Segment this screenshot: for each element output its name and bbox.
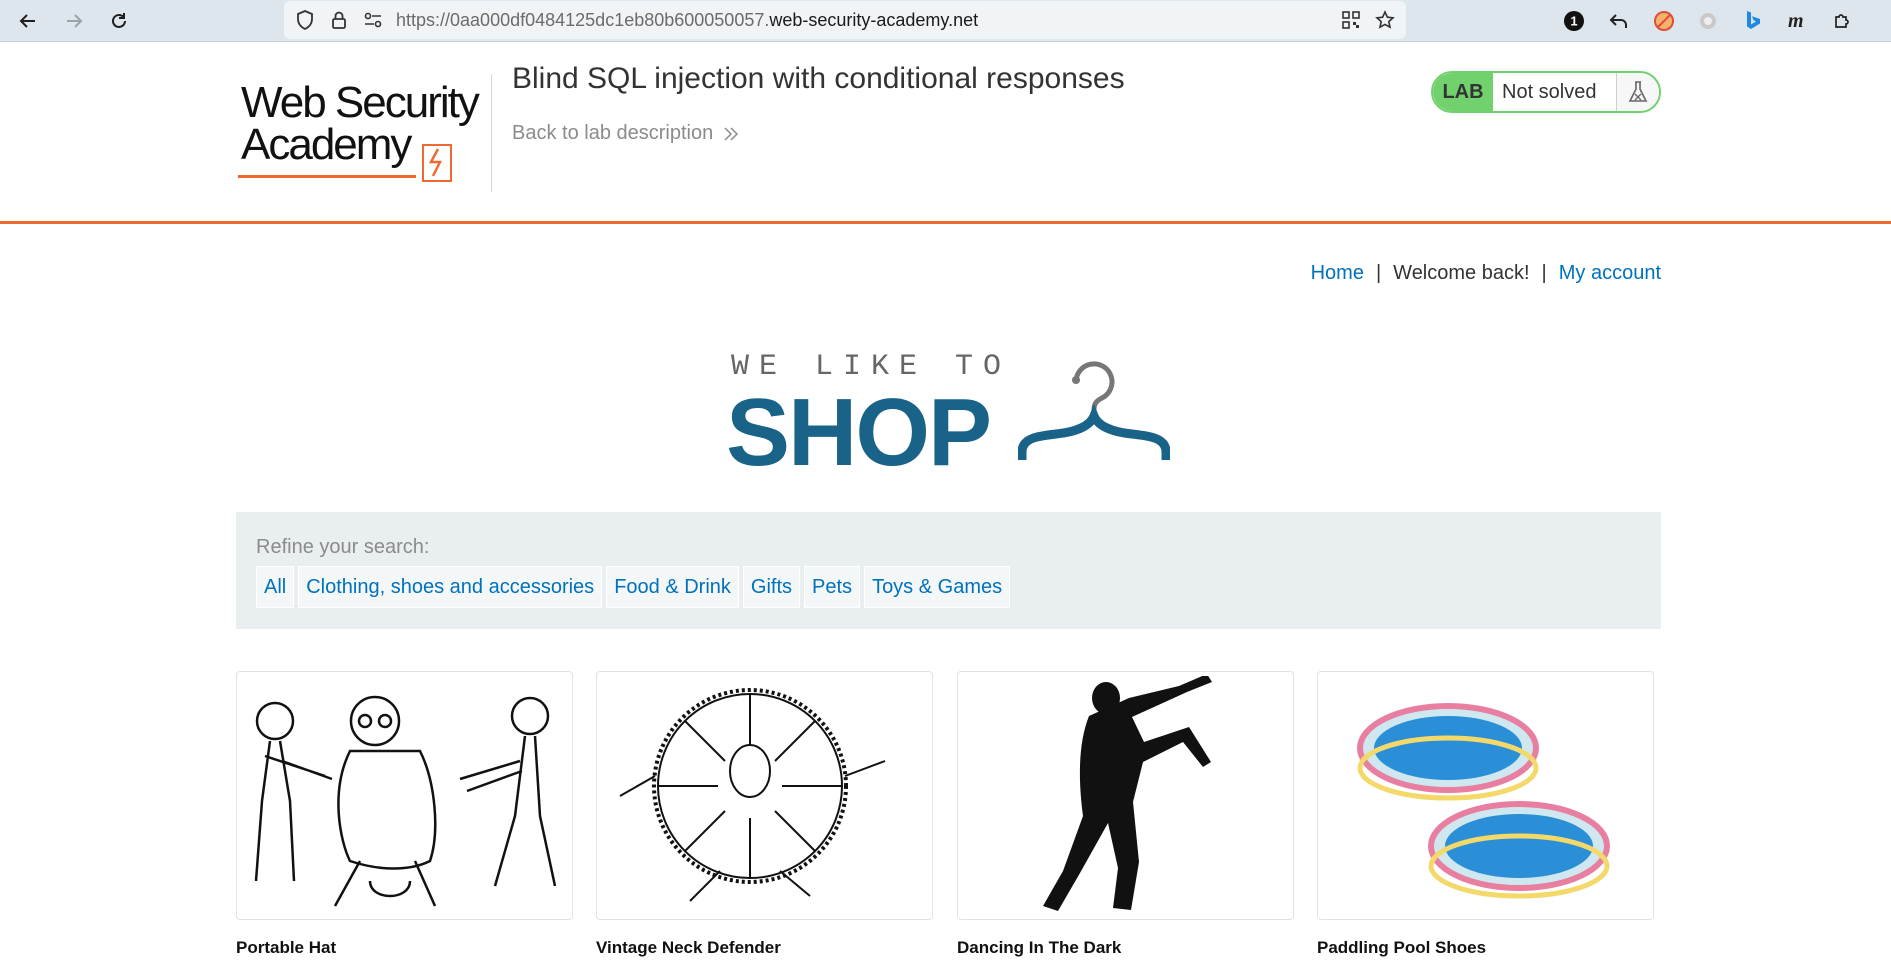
shop-word: SHOP <box>726 379 992 486</box>
product-name[interactable]: Dancing In The Dark <box>957 938 1294 958</box>
header-divider <box>491 74 492 192</box>
nav-separator: | <box>1375 262 1382 284</box>
flask-icon <box>1617 73 1659 111</box>
reload-icon[interactable] <box>103 5 135 37</box>
nav-separator: | <box>1541 262 1547 284</box>
lock-icon[interactable] <box>328 9 350 31</box>
product-name[interactable]: Paddling Pool Shoes <box>1317 938 1654 958</box>
welcome-text: Welcome back! <box>1393 262 1530 284</box>
filter-toys-games[interactable]: Toys & Games <box>864 566 1011 608</box>
product-card[interactable]: Portable Hat <box>236 671 573 958</box>
back-link-label: Back to lab description <box>512 122 714 144</box>
filter-pets[interactable]: Pets <box>804 566 861 608</box>
bing-icon[interactable] <box>1737 5 1769 37</box>
product-image[interactable] <box>1317 671 1654 920</box>
blocker-icon[interactable] <box>1648 5 1680 37</box>
cartoon-neck-ruff-image <box>619 687 885 902</box>
extensions-puzzle-icon[interactable] <box>1826 5 1858 37</box>
paddling-pools-image <box>1356 702 1610 898</box>
undo-arrow-icon[interactable] <box>1603 5 1635 37</box>
lab-header: Web Security Academy Blind SQL injection… <box>0 42 1891 224</box>
cartoon-tug-of-war-image <box>254 695 556 907</box>
shield-icon[interactable] <box>294 9 316 31</box>
bookmark-star-icon[interactable] <box>1374 9 1396 31</box>
lab-status-text: Not solved <box>1493 73 1617 111</box>
home-link[interactable]: Home <box>1311 262 1364 285</box>
top-nav: Home | Welcome back! | My account <box>1311 262 1661 285</box>
logo-line2: Academy <box>241 120 412 169</box>
product-image[interactable] <box>236 671 573 920</box>
url-host: web-security-academy.net <box>769 10 979 30</box>
address-bar[interactable]: https://0aa000df0484125dc1eb80b600050057… <box>284 1 1406 39</box>
qr-code-icon[interactable] <box>1340 9 1362 31</box>
double-chevron-right-icon <box>724 126 739 141</box>
svg-text:m: m <box>1788 11 1804 31</box>
back-arrow-icon[interactable] <box>12 5 44 37</box>
browser-toolbar: https://0aa000df0484125dc1eb80b600050057… <box>0 0 1891 42</box>
password-manager-icon[interactable]: 1 <box>1558 5 1590 37</box>
product-card[interactable]: Dancing In The Dark <box>957 671 1294 958</box>
extension-globe-icon[interactable] <box>1692 5 1724 37</box>
filter-food-drink[interactable]: Food & Drink <box>606 566 739 608</box>
url-text[interactable]: https://0aa000df0484125dc1eb80b600050057… <box>396 10 978 31</box>
lab-badge: LAB <box>1433 73 1493 111</box>
lab-status-widget: LAB Not solved <box>1431 71 1661 113</box>
product-card[interactable]: Paddling Pool Shoes <box>1317 671 1654 958</box>
ext-badge-text: 1 <box>1570 14 1577 29</box>
shop-logo: WE LIKE TO SHOP <box>726 350 1170 486</box>
filter-gifts[interactable]: Gifts <box>742 566 801 608</box>
web-security-academy-logo[interactable]: Web Security Academy <box>236 68 496 198</box>
product-image[interactable] <box>596 671 933 920</box>
back-to-lab-description-link[interactable]: Back to lab description <box>512 122 739 145</box>
product-name[interactable]: Portable Hat <box>236 938 573 958</box>
product-image[interactable] <box>957 671 1294 920</box>
logo-underline <box>238 175 416 178</box>
filter-clothing[interactable]: Clothing, shoes and accessories <box>298 566 603 608</box>
lab-title: Blind SQL injection with conditional res… <box>512 62 1125 95</box>
filter-all[interactable]: All <box>256 566 295 608</box>
hanger-icon <box>1018 361 1170 460</box>
forward-arrow-icon[interactable] <box>58 5 90 37</box>
product-name[interactable]: Vintage Neck Defender <box>596 938 933 958</box>
logo-bolt-icon <box>422 144 452 182</box>
site-permissions-icon[interactable] <box>362 9 384 31</box>
filter-label: Refine your search: <box>256 536 430 558</box>
my-account-link[interactable]: My account <box>1559 262 1661 285</box>
dancing-silhouette-image <box>1042 675 1212 911</box>
m-extension-icon[interactable]: m <box>1782 5 1814 37</box>
search-filter-panel: Refine your search: All Clothing, shoes … <box>236 512 1661 629</box>
filter-categories: All Clothing, shoes and accessories Food… <box>256 566 1011 608</box>
product-card[interactable]: Vintage Neck Defender <box>596 671 933 958</box>
url-prefix: https://0aa000df0484125dc1eb80b600050057… <box>396 10 770 30</box>
